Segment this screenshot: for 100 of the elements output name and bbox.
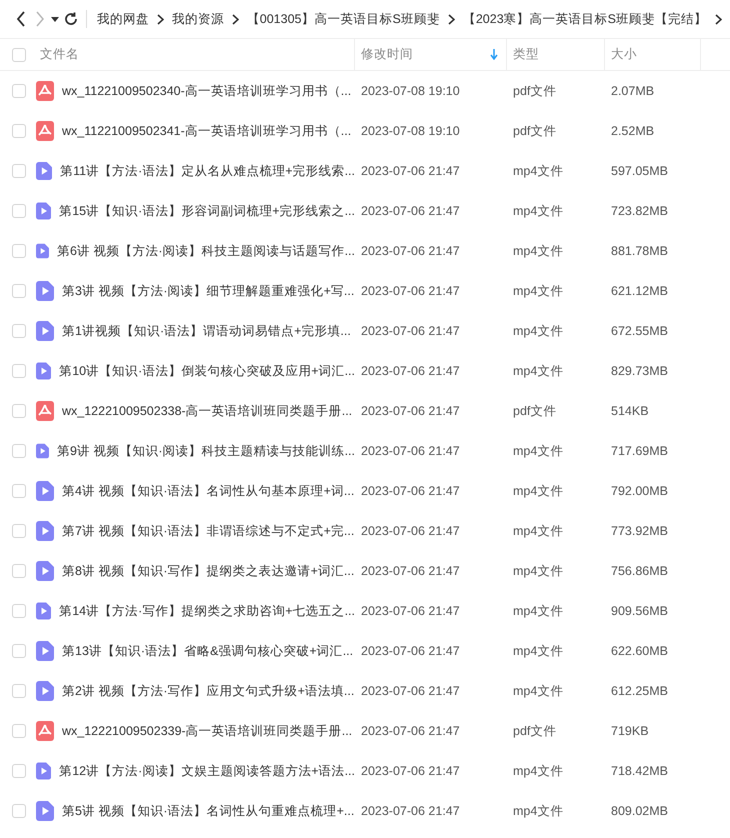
pdf-file-icon [36,721,54,741]
row-checkbox[interactable] [12,364,26,378]
file-type: pdf文件 [512,722,558,740]
video-file-icon [36,801,54,821]
video-file-icon [36,681,54,701]
file-name[interactable]: 第9讲 视频【知识·阅读】科技主题精读与技能训练... [56,442,355,460]
row-checkbox[interactable] [12,524,26,538]
row-checkbox[interactable] [12,684,26,698]
file-size: 622.60MB [610,644,669,658]
modified-time: 2023-07-06 21:47 [360,444,461,458]
video-file-icon [36,201,52,221]
video-file-icon [36,281,54,301]
file-name[interactable]: 第4讲 视频【知识·语法】名词性从句基本原理+词... [62,482,354,500]
modified-time: 2023-07-06 21:47 [360,284,461,298]
file-name[interactable]: 第7讲 视频【知识·语法】非谓语综述与不定式+完... [62,522,354,540]
row-checkbox[interactable] [12,564,26,578]
row-checkbox[interactable] [12,764,26,778]
chevron-right-icon [232,14,239,24]
file-type: mp4文件 [512,322,564,340]
column-header[interactable]: 大小 [605,39,701,70]
back-icon[interactable] [16,11,26,27]
file-name[interactable]: wx_12221009502339-高一英语培训班同类题手册... [62,722,352,740]
video-file-icon [36,161,52,181]
file-name[interactable]: wx_11221009502340-高一英语培训班学习用书（... [62,82,352,100]
row-checkbox[interactable] [12,204,26,218]
column-header[interactable]: 文件名 [36,39,355,70]
modified-time: 2023-07-06 21:47 [360,684,461,698]
row-checkbox[interactable] [12,284,26,298]
refresh-icon[interactable] [64,12,78,26]
file-type: mp4文件 [512,362,564,380]
file-type: mp4文件 [512,162,564,180]
chevron-right-icon [448,14,455,24]
file-name[interactable]: 第1讲视频【知识·语法】谓语动词易错点+完形填... [62,322,351,340]
row-checkbox[interactable] [12,444,26,458]
file-type: mp4文件 [512,682,564,700]
file-type: mp4文件 [512,802,564,820]
row-checkbox[interactable] [12,404,26,418]
pdf-file-icon [36,121,54,141]
breadcrumb-link[interactable]: 我的网盘 [96,10,149,28]
file-size: 2.07MB [610,84,656,98]
file-name[interactable]: 第6讲 视频【方法·阅读】科技主题阅读与话题写作... [56,242,355,260]
row-checkbox[interactable] [12,164,26,178]
file-size: 756.86MB [610,564,669,578]
file-name[interactable]: 第10讲【知识·语法】倒装句核心突破及应用+词汇... [59,362,355,380]
file-name[interactable]: 第15讲【知识·语法】形容词副词梳理+完形线索之... [59,202,355,220]
modified-time: 2023-07-06 21:47 [360,484,461,498]
file-name[interactable]: 第12讲【方法·阅读】文娱主题阅读答题方法+语法... [59,762,355,780]
sort-descending-icon [490,49,498,60]
modified-time: 2023-07-06 21:47 [360,204,461,218]
file-size: 672.55MB [610,324,669,338]
file-type: mp4文件 [512,482,564,500]
row-checkbox[interactable] [12,324,26,338]
file-type: mp4文件 [512,762,564,780]
row-checkbox[interactable] [12,804,26,818]
row-checkbox[interactable] [12,604,26,618]
modified-time: 2023-07-06 21:47 [360,804,461,818]
file-type: pdf文件 [512,122,558,140]
modified-time: 2023-07-06 21:47 [360,244,461,258]
row-checkbox[interactable] [12,484,26,498]
file-size: 597.05MB [610,164,669,178]
file-name[interactable]: 第5讲 视频【知识·语法】名词性从句重难点梳理+... [62,802,354,820]
column-header[interactable]: 修改时间 [355,39,507,70]
modified-time: 2023-07-06 21:47 [360,364,461,378]
modified-time: 2023-07-06 21:47 [360,404,461,418]
pdf-file-icon [36,401,54,421]
file-name[interactable]: 第13讲【知识·语法】省略&强调句核心突破+词汇... [62,642,354,660]
row-checkbox[interactable] [12,644,26,658]
breadcrumb-link[interactable]: 【2023寒】高一英语目标S班顾斐【完结】 [462,10,707,28]
file-name[interactable]: 第3讲 视频【方法·阅读】细节理解题重难强化+写... [62,282,354,300]
modified-time: 2023-07-06 21:47 [360,604,461,618]
dropdown-caret-icon[interactable] [51,16,60,22]
file-size: 612.25MB [610,684,669,698]
file-name[interactable]: 第8讲 视频【知识·写作】提纲类之表达邀请+词汇... [62,562,354,580]
row-checkbox[interactable] [12,244,26,258]
file-name[interactable]: wx_11221009502341-高一英语培训班学习用书（... [62,122,352,140]
video-file-icon [36,641,54,661]
breadcrumb-link[interactable]: 我的资源 [172,10,224,28]
file-type: mp4文件 [512,242,564,260]
file-size: 829.73MB [610,364,669,378]
file-name[interactable]: 第2讲 视频【方法·写作】应用文句式升级+语法填... [62,682,354,700]
video-file-icon [36,481,54,501]
video-file-icon [36,761,52,781]
modified-time: 2023-07-06 21:47 [360,164,461,178]
modified-time: 2023-07-08 19:10 [360,124,461,138]
video-file-icon [36,441,49,461]
breadcrumb-link[interactable]: 【001305】高一英语目标S班顾斐 [246,10,440,28]
file-name[interactable]: 第14讲【方法·写作】提纲类之求助咨询+七选五之... [59,602,355,620]
video-file-icon [36,561,54,581]
modified-time: 2023-07-06 21:47 [360,644,461,658]
select-all-checkbox[interactable] [12,48,26,62]
file-name[interactable]: 第11讲【方法·语法】定从名从难点梳理+完形线索... [60,162,355,180]
file-type: mp4文件 [512,522,564,540]
file-size: 809.02MB [610,804,669,818]
row-checkbox[interactable] [12,724,26,738]
forward-icon[interactable] [34,11,45,27]
row-checkbox[interactable] [12,84,26,98]
column-header[interactable]: 类型 [507,39,605,70]
file-size: 718.42MB [610,764,669,778]
row-checkbox[interactable] [12,124,26,138]
file-name[interactable]: wx_12221009502338-高一英语培训班同类题手册... [62,402,352,420]
